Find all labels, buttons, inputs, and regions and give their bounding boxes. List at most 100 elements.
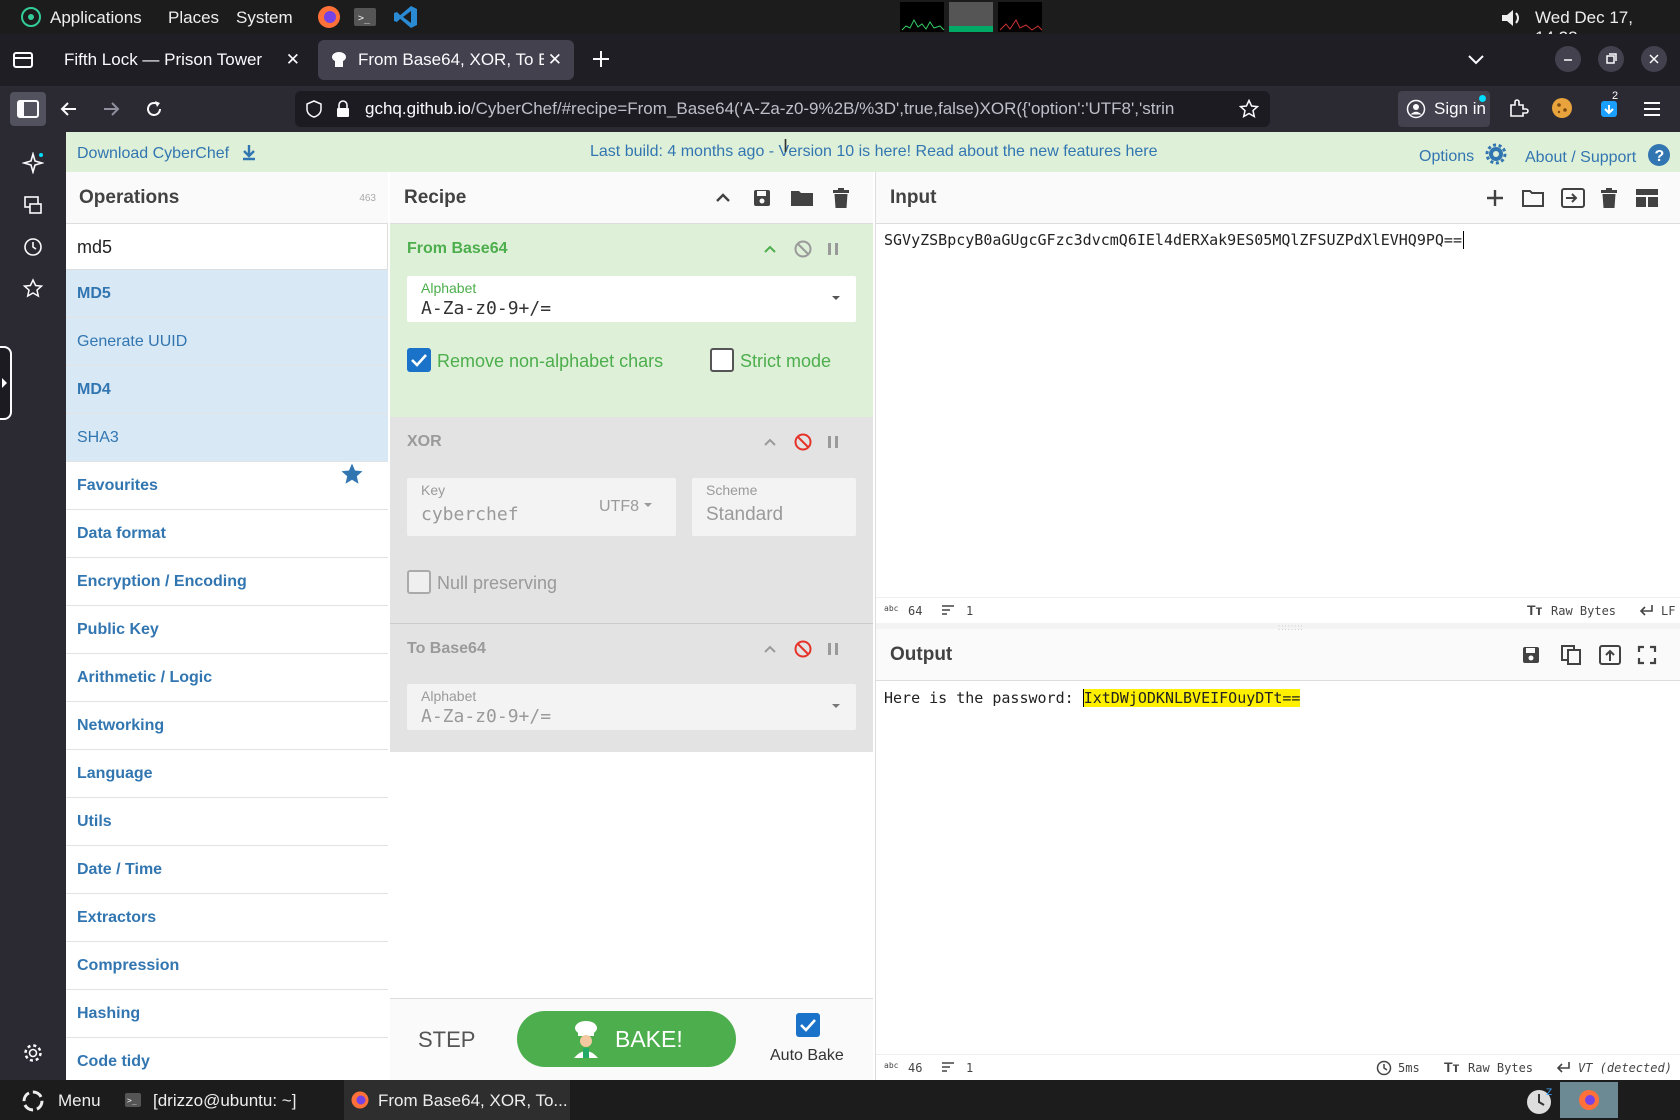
url-bar[interactable]: gchq.github.io/CyberChef/#recipe=From_Ba… — [295, 91, 1270, 127]
clear-recipe-trash-icon[interactable] — [832, 187, 850, 209]
extension-downloads-icon[interactable]: 2 — [1598, 90, 1622, 120]
synced-tabs-icon[interactable] — [22, 194, 44, 216]
tracking-protection-icon[interactable] — [305, 100, 323, 118]
input-encoding[interactable]: Raw Bytes — [1551, 604, 1616, 618]
search-result-item[interactable]: SHA3 — [66, 414, 388, 462]
menu-logo-icon[interactable] — [20, 1088, 46, 1114]
output-eol[interactable]: VT (detected) — [1578, 1061, 1672, 1075]
input-textarea[interactable]: SGVyZSBpcyB0aGUgcGFzc3dvcmQ6IEl4dERXak9E… — [884, 231, 1674, 249]
download-cyberchef-link[interactable]: Download CyberChef — [77, 143, 258, 163]
version-notice-link[interactable]: Last build: 4 months ago - Version 10 is… — [590, 143, 1157, 161]
sign-in-button[interactable]: Sign in — [1398, 91, 1490, 127]
firefox-view-icon[interactable] — [12, 50, 34, 70]
save-recipe-icon[interactable] — [752, 188, 772, 208]
category-item[interactable]: Encryption / Encoding — [66, 558, 388, 606]
xor-key-input[interactable]: Key cyberchef UTF8 — [407, 478, 676, 536]
recipe-op-from-base64[interactable]: From Base64 Alphabet A-Za-z0-9+/= Remove… — [390, 224, 873, 417]
about-support-link[interactable]: About / Support ? — [1525, 143, 1671, 167]
category-item[interactable]: Language — [66, 750, 388, 798]
forward-icon[interactable] — [100, 98, 122, 120]
op-collapse-icon[interactable] — [763, 642, 777, 656]
collapse-all-icon[interactable] — [714, 189, 732, 207]
key-encoding-dropdown[interactable]: UTF8 — [599, 498, 653, 516]
tab-close-icon[interactable]: ✕ — [286, 40, 300, 80]
op-breakpoint-icon[interactable] — [826, 641, 840, 657]
open-folder-icon[interactable] — [1521, 188, 1545, 208]
op-breakpoint-icon[interactable] — [826, 241, 840, 257]
search-result-item[interactable]: Generate UUID — [66, 318, 388, 366]
op-disable-icon[interactable] — [794, 433, 812, 451]
clear-input-trash-icon[interactable] — [1600, 187, 1618, 209]
applications-menu[interactable]: Applications — [50, 8, 142, 28]
tab-close-icon[interactable]: ✕ — [543, 40, 562, 80]
strict-mode-checkbox[interactable] — [710, 348, 734, 372]
places-menu[interactable]: Places — [168, 8, 219, 28]
reload-icon[interactable] — [143, 98, 165, 120]
cookie-extension-icon[interactable] — [1550, 96, 1574, 120]
copy-output-icon[interactable] — [1560, 644, 1582, 666]
tab-cyberchef[interactable]: From Base64, XOR, To Ba ✕ — [318, 40, 574, 80]
app-menu-icon[interactable] — [1641, 98, 1663, 120]
bookmark-star-icon[interactable] — [1239, 99, 1259, 119]
input-eol[interactable]: LF — [1661, 604, 1675, 618]
reset-layout-icon[interactable] — [1635, 188, 1659, 208]
menu-button[interactable]: Menu — [58, 1091, 101, 1111]
bookmarks-icon[interactable] — [22, 278, 44, 300]
remove-non-alphabet-checkbox[interactable] — [407, 348, 431, 372]
category-item[interactable]: Extractors — [66, 894, 388, 942]
output-encoding[interactable]: Raw Bytes — [1468, 1061, 1533, 1075]
back-icon[interactable] — [58, 98, 80, 120]
category-item[interactable]: Utils — [66, 798, 388, 846]
step-button[interactable]: STEP — [418, 1027, 475, 1053]
category-item[interactable]: Arithmetic / Logic — [66, 654, 388, 702]
search-result-item[interactable]: MD5 — [66, 270, 388, 318]
replace-input-icon[interactable] — [1598, 644, 1622, 666]
new-tab-icon[interactable] — [590, 48, 612, 70]
auto-bake-checkbox[interactable] — [796, 1013, 820, 1037]
minimize-window-icon[interactable] — [1555, 46, 1581, 72]
volume-icon[interactable] — [1500, 8, 1524, 28]
vscode-launcher-icon[interactable] — [392, 5, 418, 29]
sidebar-toggle-icon[interactable] — [10, 92, 46, 126]
save-output-icon[interactable] — [1521, 645, 1541, 665]
op-disable-icon[interactable] — [794, 640, 812, 658]
category-item[interactable]: Code tidy — [66, 1038, 388, 1086]
restore-window-icon[interactable] — [1598, 46, 1624, 72]
customize-sidebar-gear-icon[interactable] — [22, 1042, 44, 1064]
category-item[interactable]: Hashing — [66, 990, 388, 1038]
extensions-puzzle-icon[interactable] — [1507, 97, 1529, 119]
operations-search-input[interactable]: md5 — [66, 224, 388, 270]
clock-tray-icon[interactable]: Z — [1524, 1086, 1556, 1116]
output-text[interactable]: Here is the password: IxtDWjODKNLBVEIFOu… — [884, 689, 1674, 707]
ai-chatbot-icon[interactable] — [22, 152, 44, 174]
category-item[interactable]: Date / Time — [66, 846, 388, 894]
op-collapse-icon[interactable] — [763, 435, 777, 449]
category-item[interactable]: Networking — [66, 702, 388, 750]
history-icon[interactable] — [22, 236, 44, 258]
distro-logo-icon[interactable] — [20, 6, 42, 28]
null-preserving-checkbox[interactable] — [407, 570, 431, 594]
recipe-op-to-base64[interactable]: To Base64 Alphabet A-Za-z0-9+/= — [390, 624, 873, 752]
open-file-icon[interactable] — [1560, 187, 1586, 209]
op-breakpoint-icon[interactable] — [826, 434, 840, 450]
op-disable-icon[interactable] — [794, 240, 812, 258]
sidebar-collapse-handle[interactable] — [0, 346, 12, 420]
firefox-task-button[interactable]: From Base64, XOR, To... — [344, 1080, 570, 1120]
add-input-tab-icon[interactable] — [1485, 188, 1505, 208]
category-item[interactable]: Public Key — [66, 606, 388, 654]
tab-fifth-lock[interactable]: Fifth Lock — Prison Tower ✕ — [50, 40, 312, 80]
list-all-tabs-icon[interactable] — [1465, 50, 1487, 68]
bake-button[interactable]: BAKE! — [517, 1011, 736, 1067]
op-collapse-icon[interactable] — [763, 242, 777, 256]
to-base64-alphabet-select[interactable]: Alphabet A-Za-z0-9+/= — [407, 684, 856, 730]
maximise-output-icon[interactable] — [1637, 645, 1657, 665]
favourites-star-icon[interactable] — [340, 462, 364, 486]
close-window-icon[interactable] — [1641, 46, 1667, 72]
load-recipe-folder-icon[interactable] — [790, 188, 814, 208]
terminal-launcher-icon[interactable]: >_ — [353, 6, 377, 28]
firefox-tray-button[interactable] — [1560, 1082, 1618, 1118]
alphabet-select[interactable]: Alphabet A-Za-z0-9+/= — [407, 276, 856, 322]
firefox-launcher-icon[interactable] — [316, 4, 342, 30]
options-link[interactable]: Options — [1419, 143, 1507, 166]
lock-icon[interactable] — [335, 100, 351, 118]
